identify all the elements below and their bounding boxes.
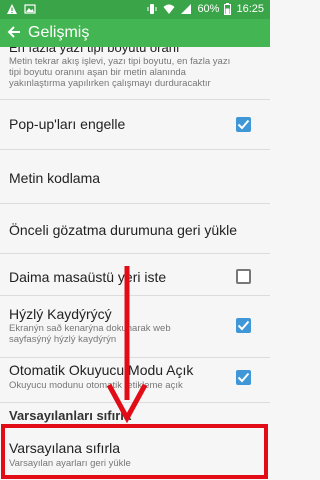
battery-percent: 60% (197, 3, 220, 15)
setting-title: Metin kodlama (9, 170, 101, 186)
setting-restore-browsing[interactable]: Önceli gözatma durumuna geri yükle (0, 204, 270, 254)
battery-icon (224, 3, 232, 15)
setting-summary: Ekranýn sað kenarýna dokunarak web sayfa… (9, 323, 171, 345)
setting-reset-defaults[interactable]: Varsayılana sıfırla Varsayılan ayarları … (0, 424, 270, 480)
clock: 16:25 (236, 3, 264, 15)
setting-summary: Okuyucu modunu otomatik tetikleme açık (9, 380, 183, 391)
quick-scroll-checkbox[interactable] (236, 318, 251, 333)
setting-title: En fazla yazı tipi boyutu oranı (9, 47, 180, 55)
setting-summary: Varsayılan ayarları geri yükle (9, 458, 131, 469)
back-arrow-icon[interactable] (6, 24, 22, 40)
desktop-site-checkbox[interactable] (236, 269, 251, 284)
setting-popup-block[interactable]: Pop-up'ları engelle (0, 100, 270, 150)
setting-title: Hýzlý Kaydýrýcý (9, 306, 112, 322)
signal-icon (180, 3, 192, 15)
image-icon (24, 3, 36, 15)
section-header-reset: Varsayılanları sıfırla (9, 408, 132, 423)
page-title: Gelişmiş (28, 24, 90, 41)
setting-title: Önceli gözatma durumuna geri yükle (9, 222, 238, 238)
action-bar: Gelişmiş (0, 19, 270, 47)
setting-title: Daima masaüstü yeri iste (9, 269, 167, 285)
popup-block-checkbox[interactable] (236, 117, 251, 132)
setting-text-encoding[interactable]: Metin kodlama (0, 150, 270, 204)
settings-list[interactable]: En fazla yazı tipi boyutu oranı Metin te… (0, 47, 270, 480)
warning-icon (6, 3, 18, 15)
setting-auto-reader[interactable]: Otomatik Okuyucu Modu Açık Okuyucu modun… (0, 358, 270, 403)
auto-reader-checkbox[interactable] (236, 370, 251, 385)
setting-max-font-ratio[interactable]: En fazla yazı tipi boyutu oranı Metin te… (0, 47, 270, 100)
status-bar: 60% 16:25 (0, 0, 270, 19)
setting-title: Otomatik Okuyucu Modu Açık (9, 362, 194, 378)
setting-title: Varsayılana sıfırla (9, 440, 121, 456)
setting-summary: Metin tekrar akış işlevi, yazı tipi boyu… (9, 56, 231, 89)
setting-desktop-site[interactable]: Daima masaüstü yeri iste (0, 254, 270, 296)
vibrate-icon (146, 3, 158, 15)
setting-title: Pop-up'ları engelle (9, 116, 126, 132)
wifi-icon (163, 3, 175, 15)
setting-quick-scroll[interactable]: Hýzlý Kaydýrýcý Ekranýn sað kenarýna dok… (0, 296, 270, 358)
